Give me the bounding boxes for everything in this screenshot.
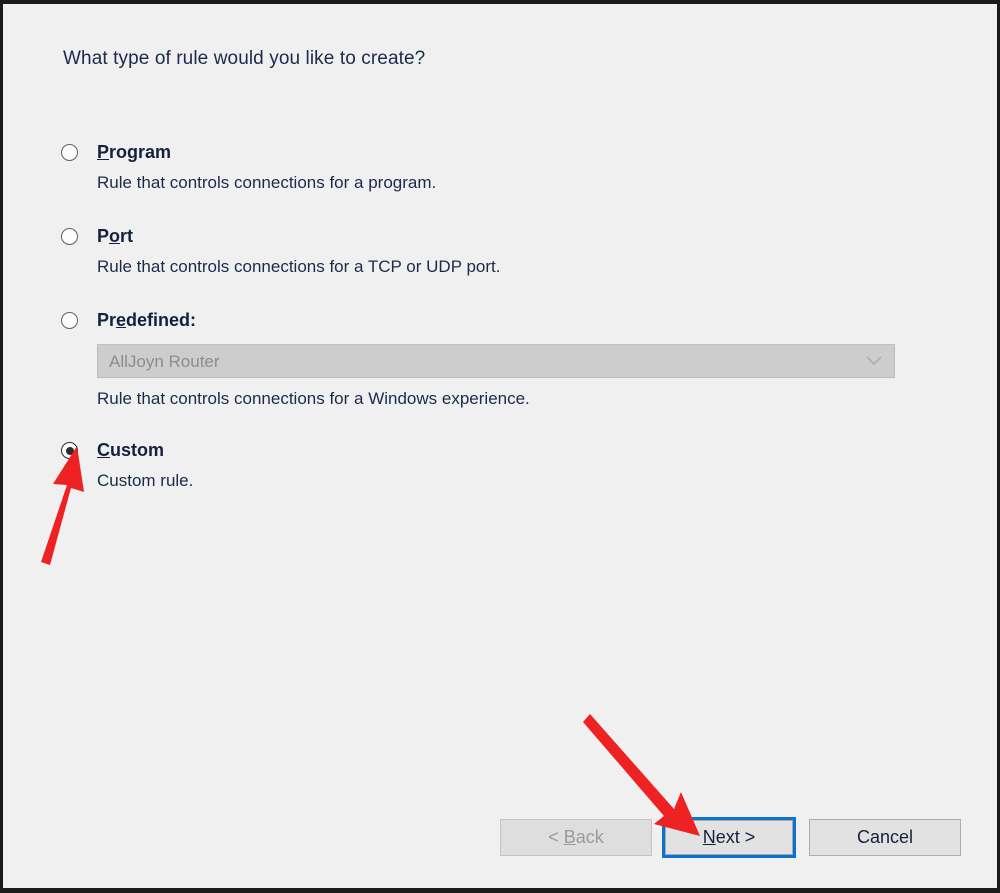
radio-description-predefined: Rule that controls connections for a Win…: [97, 389, 530, 408]
radio-label-custom: Custom: [97, 440, 164, 461]
back-button[interactable]: < Back: [500, 819, 652, 856]
accelerator-letter: C: [97, 440, 110, 460]
label-tail: l: [909, 827, 914, 847]
radio-description-custom: Custom rule.: [97, 471, 194, 490]
predefined-rule-dropdown-value: AllJoyn Router: [109, 352, 220, 371]
accelerator-letter: P: [97, 142, 110, 162]
page-title: What type of rule would you like to crea…: [63, 48, 426, 69]
accelerator-letter: N: [702, 827, 716, 847]
annotation-arrow-to-custom-radio: [23, 444, 103, 569]
label-head: Pr: [97, 310, 117, 330]
label-head: P: [97, 226, 110, 246]
label-head: <: [548, 827, 564, 847]
next-button[interactable]: Next >: [665, 820, 793, 855]
label-tail: rogram: [109, 142, 172, 162]
radio-description-port: Rule that controls connections for a TCP…: [97, 257, 501, 276]
predefined-rule-dropdown[interactable]: AllJoyn Router: [97, 344, 895, 378]
radio-description-program: Rule that controls connections for a pro…: [97, 173, 437, 192]
label-tail: defined:: [126, 310, 197, 330]
cancel-button[interactable]: Cancel: [809, 819, 961, 856]
label-tail: rt: [120, 226, 134, 246]
next-button-focus-ring[interactable]: Next >: [662, 817, 796, 858]
radio-button-port[interactable]: [61, 228, 78, 245]
label-tail: ack: [575, 827, 604, 847]
label-head: Cance: [856, 827, 910, 847]
radio-button-program[interactable]: [61, 144, 78, 161]
label-tail: ustom: [110, 440, 164, 460]
chevron-down-icon: [866, 356, 882, 366]
accelerator-letter: B: [563, 827, 576, 847]
accelerator-letter: o: [109, 226, 121, 246]
radio-label-port: Port: [97, 226, 133, 247]
radio-button-predefined[interactable]: [61, 312, 78, 329]
radio-button-custom[interactable]: [61, 442, 78, 459]
radio-label-program: Program: [97, 142, 171, 163]
wizard-page-body: What type of rule would you like to crea…: [3, 4, 997, 888]
radio-label-predefined: Predefined:: [97, 310, 196, 331]
accelerator-letter: e: [116, 310, 127, 330]
label-tail: ext >: [715, 827, 756, 847]
rule-type-wizard-window: What type of rule would you like to crea…: [0, 0, 1000, 893]
